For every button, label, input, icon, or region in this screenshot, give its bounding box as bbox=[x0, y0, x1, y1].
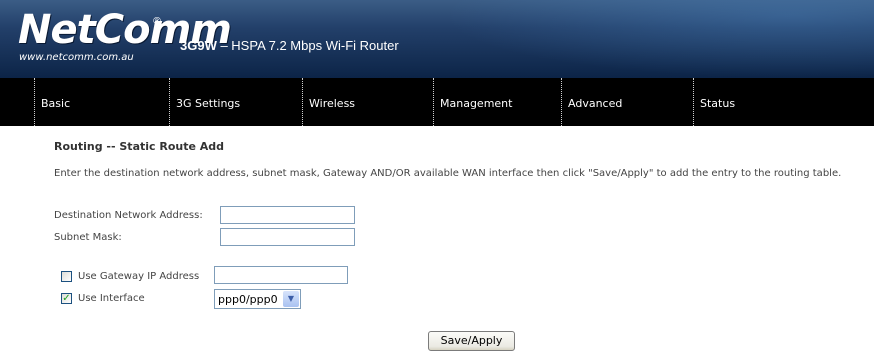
nav-basic[interactable]: Basic bbox=[34, 78, 167, 126]
nav-label: Advanced bbox=[568, 97, 623, 110]
subnet-label: Subnet Mask: bbox=[54, 232, 122, 243]
page-title: Routing -- Static Route Add bbox=[54, 140, 225, 153]
interface-select[interactable]: ppp0/ppp0 ▼ bbox=[214, 289, 301, 309]
interface-checkbox-label: Use Interface bbox=[78, 293, 145, 304]
destination-input[interactable] bbox=[220, 206, 355, 224]
nav-advanced[interactable]: Advanced bbox=[561, 78, 692, 126]
destination-label: Destination Network Address: bbox=[54, 210, 203, 221]
gateway-checkbox-label: Use Gateway IP Address bbox=[78, 271, 200, 282]
interface-selected-value: ppp0/ppp0 bbox=[218, 293, 278, 306]
nav-label: Basic bbox=[41, 97, 71, 110]
nav-status[interactable]: Status bbox=[693, 78, 824, 126]
gateway-input[interactable] bbox=[214, 266, 348, 284]
registered-mark: ® bbox=[152, 16, 162, 27]
main-nav: Basic 3G Settings Wireless Management Ad… bbox=[0, 78, 874, 126]
nav-wireless[interactable]: Wireless bbox=[302, 78, 433, 126]
header-banner: NetComm ® www.netcomm.com.au 3G9W – HSPA… bbox=[0, 0, 874, 78]
page-description: Enter the destination network address, s… bbox=[54, 168, 842, 179]
subnet-input[interactable] bbox=[220, 228, 355, 246]
model-name: 3G9W bbox=[180, 38, 217, 53]
product-title: 3G9W – HSPA 7.2 Mbps Wi-Fi Router bbox=[180, 38, 399, 53]
checkmark-icon: ✓ bbox=[62, 293, 71, 304]
gateway-checkbox[interactable] bbox=[61, 271, 72, 282]
interface-checkbox[interactable]: ✓ bbox=[61, 293, 72, 304]
save-apply-button[interactable]: Save/Apply bbox=[428, 331, 515, 351]
nav-label: Wireless bbox=[309, 97, 356, 110]
nav-label: 3G Settings bbox=[176, 97, 241, 110]
nav-management[interactable]: Management bbox=[433, 78, 564, 126]
product-description: – HSPA 7.2 Mbps Wi-Fi Router bbox=[216, 38, 399, 53]
website-url: www.netcomm.com.au bbox=[19, 52, 134, 63]
chevron-down-icon: ▼ bbox=[283, 291, 299, 307]
nav-3g-settings[interactable]: 3G Settings bbox=[169, 78, 301, 126]
nav-label: Status bbox=[700, 97, 736, 110]
nav-label: Management bbox=[440, 97, 513, 110]
